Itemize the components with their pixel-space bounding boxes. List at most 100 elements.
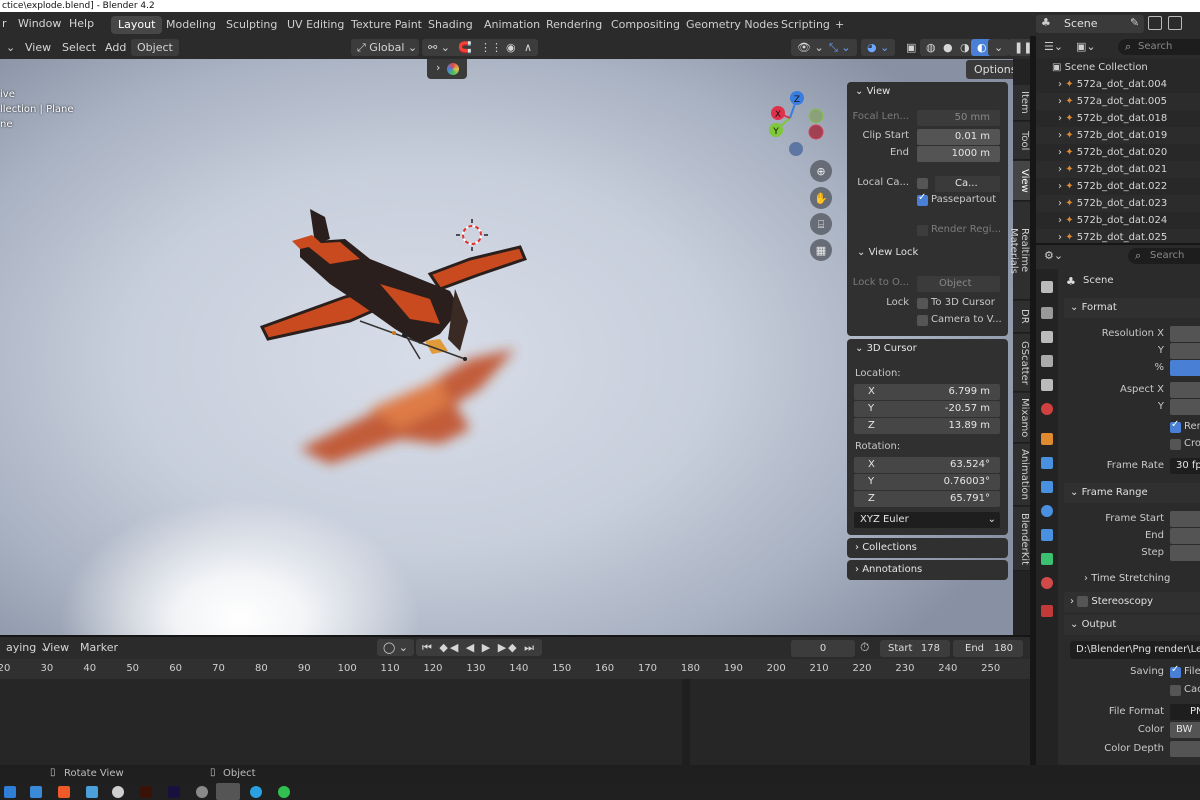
menu-select[interactable]: Select (56, 39, 102, 56)
add-workspace-button[interactable]: + (828, 16, 851, 34)
outliner-item[interactable]: › ✦ 572b_dot_dat.025 (1036, 229, 1200, 243)
timeline-ruler[interactable]: 20 30 40 50 60 70 80 90 100 110 120 130 140 150 160 170… (0, 659, 1030, 679)
current-frame-field[interactable]: 0 (791, 640, 855, 657)
outliner-item[interactable]: › ✦ 572a_dot_dat.005 (1036, 93, 1200, 110)
world-tab-icon[interactable] (1041, 403, 1053, 415)
end-frame-field[interactable]: End 180 (953, 640, 1023, 657)
after-effects-icon[interactable] (168, 786, 180, 798)
render-region-checkbox[interactable] (917, 225, 928, 236)
cursor-location-x-field[interactable]: X 6.799 m (854, 384, 1000, 400)
menu-object[interactable]: Object (131, 39, 179, 56)
lock-to-object-field[interactable]: Object (917, 276, 1000, 292)
transform-orientation-dropdown[interactable]: ⤢ Global ⌄ (351, 39, 419, 56)
brave-icon[interactable] (58, 786, 70, 798)
tab-gscatter[interactable]: GScatter (1013, 334, 1030, 392)
outliner-item[interactable]: › ✦ 572b_dot_dat.020 (1036, 144, 1200, 161)
frame-range-section-header[interactable]: ⌄ Frame Range (1064, 483, 1200, 503)
rotation-mode-dropdown[interactable]: XYZ Euler ⌄ (854, 512, 1000, 528)
color-mode-field[interactable]: BW (1170, 722, 1200, 738)
resolution-y-field[interactable] (1170, 343, 1200, 359)
display-mode-icon[interactable]: ▣⌄ (1076, 40, 1096, 53)
tab-blenderkit[interactable]: BlenderKit (1013, 507, 1030, 571)
illustrator-icon[interactable] (140, 786, 152, 798)
3d-cursor[interactable] (456, 219, 488, 251)
playback-controls[interactable]: ⏮ ◆◀ ◀ ▶ ▶◆ ⏭ (416, 639, 543, 656)
tab-tool[interactable]: Tool (1013, 122, 1030, 160)
time-stretching-subpanel[interactable]: › Time Stretching (1084, 573, 1170, 584)
view-layer-tab-icon[interactable] (1041, 355, 1053, 367)
menu-view[interactable]: View (19, 39, 57, 56)
tab-realtime-materials[interactable]: Realtime Materials (1008, 202, 1030, 300)
cursor-rotation-y-field[interactable]: Y 0.76003° (854, 474, 1000, 490)
cursor-rotation-z-field[interactable]: Z 65.791° (854, 491, 1000, 507)
start-frame-field[interactable]: Start 178 (880, 640, 950, 657)
taskbar-app-icon[interactable] (86, 786, 98, 798)
color-depth-field[interactable] (1170, 741, 1200, 757)
blender-icon[interactable] (216, 783, 240, 800)
tab-layout[interactable]: Layout (111, 16, 163, 34)
stereoscopy-checkbox[interactable] (1077, 595, 1089, 607)
pin-icon[interactable]: ✎ (1130, 16, 1139, 29)
timeline-marker-menu[interactable]: Marker (74, 639, 124, 656)
resolution-percent-slider[interactable] (1170, 360, 1200, 376)
frame-rate-dropdown[interactable]: 30 fp (1170, 458, 1200, 474)
clip-end-field[interactable]: 1000 m (917, 146, 1000, 162)
scene-tab-icon[interactable] (1041, 379, 1053, 391)
menu-add[interactable]: Add (99, 39, 132, 56)
taskbar-app-icon[interactable] (196, 786, 208, 798)
area-divider[interactable] (0, 635, 1030, 637)
auto-keying-toggle[interactable]: ◯ ⌄ (377, 639, 415, 656)
frame-start-field[interactable] (1170, 511, 1200, 527)
tab-geometry-nodes[interactable]: Geometry Nodes (679, 16, 786, 34)
telegram-icon[interactable] (250, 786, 262, 798)
proportional-falloff-dropdown[interactable]: ∧ (518, 39, 539, 56)
outliner-editor-icon[interactable]: ☰⌄ (1044, 40, 1063, 53)
constraints-tab-icon[interactable] (1041, 529, 1053, 541)
taskbar-app-icon[interactable] (112, 786, 124, 798)
taskbar-app-icon[interactable] (30, 786, 42, 798)
lock-3d-cursor-checkbox[interactable] (917, 298, 928, 309)
scene-selector[interactable]: ♣ Scene ✎ (1036, 15, 1144, 33)
passepartout-checkbox[interactable] (917, 192, 928, 206)
output-tab-icon[interactable] (1041, 331, 1053, 343)
frame-end-field[interactable] (1170, 528, 1200, 544)
cursor-location-z-field[interactable]: Z 13.89 m (854, 418, 1000, 434)
tab-rendering[interactable]: Rendering (539, 16, 609, 34)
stopwatch-icon[interactable]: ⏱ (860, 640, 869, 655)
menu-help[interactable]: Help (69, 17, 94, 30)
tab-shading[interactable]: Shading (421, 16, 480, 34)
outliner-item[interactable]: › ✦ 572b_dot_dat.018 (1036, 110, 1200, 127)
pivot-point-dropdown[interactable]: ⚯ ⌄ (422, 39, 456, 56)
tab-modeling[interactable]: Modeling (159, 16, 223, 34)
outliner-item[interactable]: › ✦ 572b_dot_dat.021 (1036, 161, 1200, 178)
file-extensions-checkbox[interactable] (1170, 664, 1181, 678)
resolution-x-field[interactable] (1170, 326, 1200, 342)
scene-collection-row[interactable]: ▣ Scene Collection (1036, 59, 1200, 76)
tool-tab-icon[interactable] (1041, 281, 1053, 293)
3d-viewport[interactable]: ive llection | Plane ne › Options ⌄ (0, 59, 1030, 635)
tab-sculpting[interactable]: Sculpting (219, 16, 284, 34)
local-camera-checkbox[interactable] (917, 178, 928, 189)
cursor-rotation-x-field[interactable]: X 63.524° (854, 457, 1000, 473)
tab-animation[interactable]: Animation (477, 16, 547, 34)
tab-mixamo[interactable]: Mixamo (1013, 393, 1030, 443)
copy-scene-icon[interactable] (1168, 16, 1182, 30)
outliner-item[interactable]: › ✦ 572b_dot_dat.019 (1036, 127, 1200, 144)
focal-length-field[interactable]: 50 mm (917, 110, 1000, 126)
render-tab-icon[interactable] (1041, 307, 1053, 319)
texture-tab-icon[interactable] (1041, 605, 1053, 617)
outliner-item[interactable]: › ✦ 572b_dot_dat.024 (1036, 212, 1200, 229)
tab-animation-addon[interactable]: Animation (1013, 444, 1030, 506)
annotations-panel[interactable]: › Annotations (847, 560, 1008, 580)
crop-checkbox[interactable] (1170, 439, 1181, 450)
local-camera-field[interactable]: Ca... (935, 176, 1000, 192)
file-format-dropdown[interactable]: PN (1170, 704, 1200, 720)
tab-dr[interactable]: DR (1013, 301, 1030, 333)
aspect-x-field[interactable] (1170, 382, 1200, 398)
view-lock-header[interactable]: ⌄ View Lock (857, 243, 918, 263)
timeline-area[interactable] (0, 679, 1030, 765)
outliner-item[interactable]: › ✦ 572b_dot_dat.022 (1036, 178, 1200, 195)
overlay-toggle[interactable]: ◕ ⌄ (861, 39, 896, 56)
particles-tab-icon[interactable] (1041, 481, 1053, 493)
outliner-item[interactable]: › ✦ 572a_dot_dat.004 (1036, 76, 1200, 93)
